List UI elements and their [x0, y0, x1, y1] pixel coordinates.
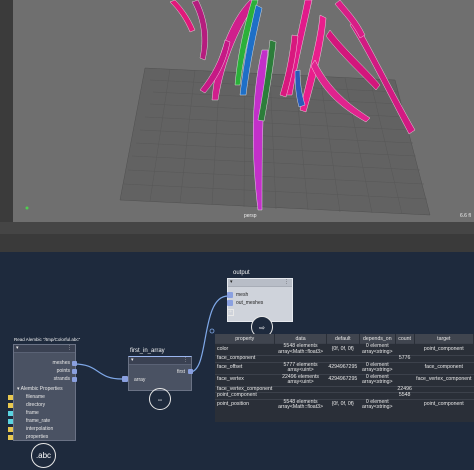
cell-default: 4294967295: [326, 361, 360, 374]
attr-port-directory[interactable]: [8, 403, 13, 408]
node-menu-icon[interactable]: ⋮: [67, 345, 72, 351]
output-label-first: first: [176, 369, 185, 375]
cell-property: color: [215, 343, 275, 356]
port-mesh[interactable]: [227, 292, 233, 298]
section-alembic-properties: ▾ Alembic Properties: [17, 386, 63, 392]
attr-directory: directory: [26, 402, 46, 408]
node-menu-icon[interactable]: ⋮: [183, 357, 188, 363]
cell-property: face_vertex: [215, 373, 275, 386]
cell-depends-on: 0 element array<string>: [359, 398, 396, 411]
attr-frame-rate: frame_rate: [26, 418, 51, 424]
cell-depends-on: 0 element array<string>: [359, 343, 396, 356]
node-collapse-icon[interactable]: ▾: [230, 279, 233, 285]
cell-target: face_component: [414, 361, 474, 374]
attr-properties: properties: [26, 434, 49, 440]
ground-grid: [119, 67, 431, 216]
property-table-panel: property data default depends_on count t…: [215, 334, 474, 422]
read-alembic-node[interactable]: ▾ ⋮ meshes points strands ▾ Alembic Prop…: [13, 344, 76, 441]
node-collapse-icon[interactable]: ▾: [16, 345, 19, 351]
attr-filename: filename: [26, 394, 45, 400]
node-header: [129, 357, 191, 365]
node-header: [228, 279, 292, 287]
col-target[interactable]: target: [414, 334, 474, 344]
cell-count: [395, 361, 415, 374]
cell-depends-on: 0 element array<string>: [359, 373, 396, 386]
port-out-meshes[interactable]: [227, 300, 233, 306]
input-label-array: array: [134, 377, 146, 383]
attr-frame: frame: [26, 410, 39, 416]
cell-property: point_position: [215, 398, 275, 411]
col-count[interactable]: count: [395, 334, 415, 344]
node-collapse-icon[interactable]: ▾: [131, 357, 134, 363]
cell-data: 22496 elements array<uint>: [274, 373, 327, 386]
first-in-array-title: first_in_array: [130, 348, 165, 354]
port-points[interactable]: [72, 369, 77, 374]
cell-property: face_offset: [215, 361, 275, 374]
cell-default: 4294967295: [326, 373, 360, 386]
cell-depends-on: 0 element array<string>: [359, 361, 396, 374]
cell-count: [395, 398, 415, 411]
cell-data: 5777 elements array<uint>: [274, 361, 327, 374]
cell-count: [395, 343, 415, 356]
node-menu-icon[interactable]: ⋮: [284, 279, 289, 285]
cell-count: [395, 373, 415, 386]
viewport-scene: [25, 0, 431, 216]
abc-file-icon[interactable]: .abc: [31, 443, 56, 468]
graph-toolbar: [0, 234, 474, 253]
table-row[interactable]: face_vertex 22496 elements array<uint> 4…: [215, 373, 474, 386]
table-header-row: property data default depends_on count t…: [215, 334, 474, 344]
camera-label: persp: [244, 213, 257, 219]
port-first[interactable]: [188, 369, 193, 374]
table-row[interactable]: color 5548 elements array<Math::float3> …: [215, 343, 474, 356]
node-header: [14, 345, 75, 353]
cell-target: face_vertex_component: [414, 373, 474, 386]
first-in-array-node[interactable]: ▾ ⋮ array first: [128, 356, 192, 391]
compound-icon[interactable]: ▫▫: [149, 388, 171, 410]
port-meshes[interactable]: [72, 361, 77, 366]
attr-port-interpolation[interactable]: [8, 427, 13, 432]
cell-data: 5548 elements array<Math::float3>: [274, 398, 327, 411]
add-port-icon[interactable]: +: [227, 309, 234, 316]
section-label: Alembic Properties: [20, 386, 63, 392]
property-table: property data default depends_on count t…: [215, 334, 474, 411]
attr-interpolation: interpolation: [26, 426, 54, 432]
output-label-points: points: [56, 368, 70, 374]
arrow-out-icon: ⇨: [259, 325, 265, 332]
attr-port-filename[interactable]: [8, 395, 13, 400]
read-alembic-caption: Read Alembic "/tmp/Colorful.abc": [14, 337, 81, 342]
cell-target: point_component: [414, 398, 474, 411]
output-label-meshes: meshes: [52, 360, 70, 366]
grid-icon: ▫▫: [157, 398, 163, 404]
port-strands[interactable]: [72, 377, 77, 382]
viewport-bottom-bar: [0, 222, 474, 234]
col-default[interactable]: default: [326, 334, 360, 344]
table-row[interactable]: point_position 5548 elements array<Math:…: [215, 398, 474, 411]
input-label-out-meshes: out_meshes: [236, 300, 264, 306]
input-label-mesh: mesh: [236, 292, 249, 298]
cell-data: 5548 elements array<Math::float3>: [274, 343, 327, 356]
cell-default: {0f, 0f, 0f}: [326, 398, 360, 411]
cell-target: point_component: [414, 343, 474, 356]
attr-port-properties[interactable]: [8, 435, 13, 440]
col-property[interactable]: property: [215, 334, 276, 344]
output-node-title: output: [233, 270, 250, 276]
table-row[interactable]: face_offset 5777 elements array<uint> 42…: [215, 361, 474, 374]
fps-readout: 6.6 fl: [460, 213, 471, 219]
3d-viewport[interactable]: persp 6.6 fl: [0, 0, 474, 222]
cell-default: {0f, 0f, 0f}: [326, 343, 360, 356]
attr-port-frame-rate[interactable]: [8, 419, 13, 424]
attr-port-frame[interactable]: [8, 411, 13, 416]
output-label-strands: strands: [53, 376, 70, 382]
port-array[interactable]: [122, 376, 128, 382]
